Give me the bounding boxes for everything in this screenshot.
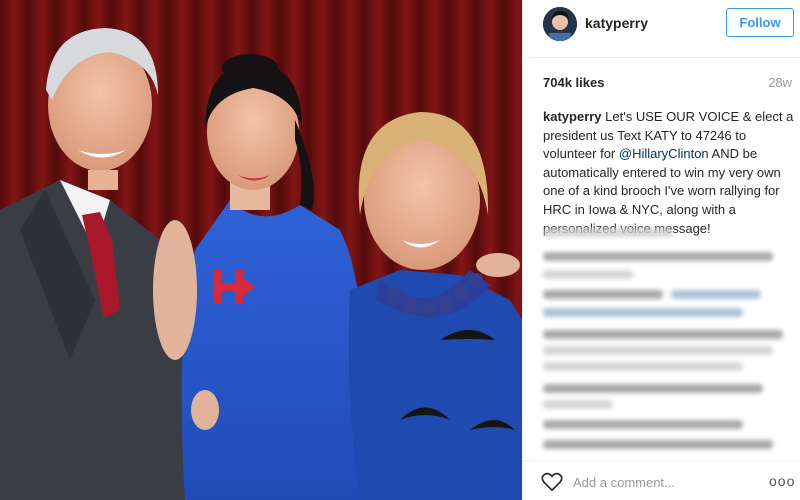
comment-blur xyxy=(543,346,773,355)
post-photo[interactable] xyxy=(0,0,522,500)
comment-blur xyxy=(543,252,773,261)
follow-button[interactable]: Follow xyxy=(726,8,794,37)
post-age[interactable]: 28w xyxy=(768,75,792,90)
likes-count[interactable]: 704k likes xyxy=(543,75,604,90)
comment-bar: ooo xyxy=(523,460,800,500)
username[interactable]: katyperry xyxy=(585,15,648,31)
comment-blur xyxy=(671,290,761,299)
comment-blur xyxy=(543,270,633,279)
post-caption: katyperry Let's USE OUR VOICE & elect a … xyxy=(543,108,795,238)
comment-blur xyxy=(543,362,743,371)
avatar[interactable] xyxy=(543,7,577,41)
comment-blur xyxy=(543,290,663,299)
comment-blur xyxy=(543,384,763,393)
post-photo-image xyxy=(0,0,522,500)
comment-blur xyxy=(543,440,773,449)
more-options-icon[interactable]: ooo xyxy=(769,473,795,489)
heart-icon[interactable] xyxy=(541,472,563,492)
comment-blur xyxy=(543,308,743,317)
post-sidebar: katyperry Follow 704k likes 28w katyperr… xyxy=(522,0,800,500)
avatar-image xyxy=(543,7,577,41)
caption-username[interactable]: katyperry xyxy=(543,109,602,124)
comment-input[interactable] xyxy=(573,471,753,493)
caption-mention[interactable]: @HillaryClinton xyxy=(619,146,709,161)
comment-blur xyxy=(543,420,743,429)
comment-blur xyxy=(543,228,673,237)
comment-blur xyxy=(543,330,783,339)
comment-blur xyxy=(543,400,613,409)
post-header: katyperry Follow xyxy=(523,0,800,58)
